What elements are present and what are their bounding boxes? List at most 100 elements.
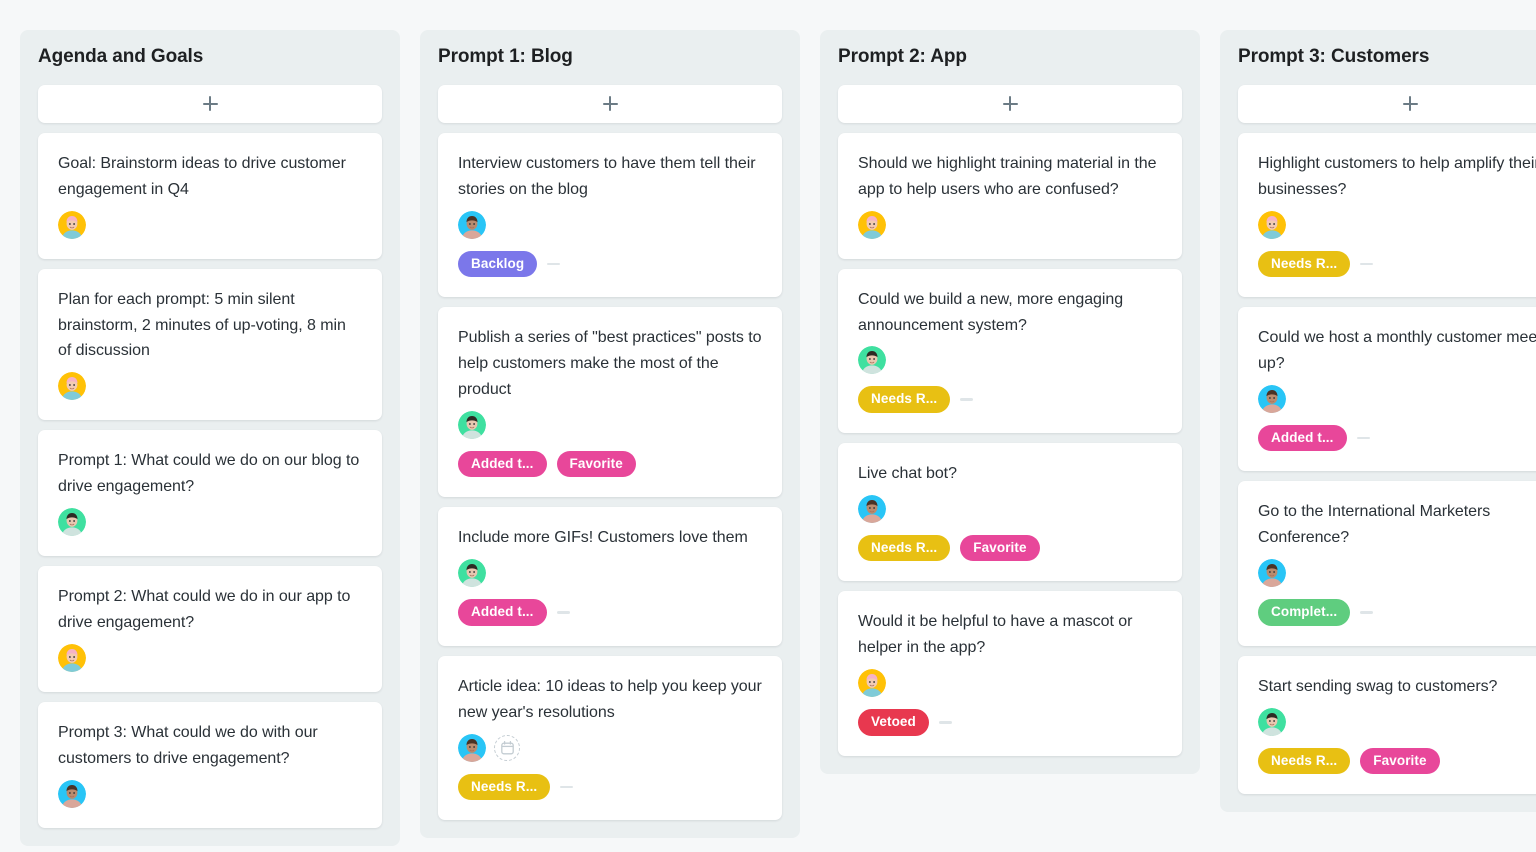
avatar[interactable]: [458, 559, 486, 588]
tag-placeholder-dash[interactable]: [938, 721, 952, 724]
card-text: Would it be helpful to have a mascot or …: [858, 613, 1133, 657]
board-card[interactable]: Could we host a monthly customer meet up…: [1238, 307, 1536, 472]
avatar[interactable]: [858, 210, 886, 239]
column-title: Prompt 3: Customers: [1238, 46, 1430, 67]
card-text: Go to the International Marketers Confer…: [1258, 503, 1491, 547]
plus-icon: [602, 96, 618, 112]
card-tag-row: Needs R...: [858, 386, 1162, 413]
card-text: Prompt 1: What could we do on our blog t…: [58, 452, 360, 496]
add-card-button[interactable]: [1238, 84, 1536, 123]
avatar[interactable]: [858, 669, 886, 698]
avatar[interactable]: [58, 372, 86, 401]
card-meta: [858, 346, 1162, 375]
avatar[interactable]: [58, 508, 86, 537]
board-card[interactable]: Include more GIFs! Customers love them Ad…: [438, 507, 782, 646]
board-card[interactable]: Would it be helpful to have a mascot or …: [838, 591, 1182, 756]
board-card[interactable]: Highlight customers to help amplify thei…: [1238, 132, 1536, 298]
card-tag-row: Complet...: [1258, 599, 1536, 626]
card-tag[interactable]: Needs R...: [458, 773, 551, 801]
card-meta: [458, 559, 762, 588]
tag-placeholder-dash[interactable]: [1360, 262, 1374, 266]
card-tag-row: Backlog: [458, 250, 762, 278]
card-tag[interactable]: Added t...: [458, 450, 547, 478]
card-tag-row: Added t...: [1258, 424, 1536, 452]
board-column: Prompt 1: Blog Interview customers to hav…: [420, 30, 800, 839]
column-title: Agenda and Goals: [38, 46, 204, 67]
card-tag[interactable]: Complet...: [1258, 599, 1351, 626]
avatar[interactable]: [1258, 707, 1286, 736]
card-text: Include more GIFs! Customers love them: [458, 529, 748, 547]
card-text: Could we build a new, more engaging anno…: [858, 290, 1124, 334]
avatar[interactable]: [1258, 559, 1286, 588]
board-card[interactable]: Publish a series of "best practices" pos…: [438, 307, 782, 498]
tag-placeholder-dash[interactable]: [560, 785, 574, 789]
board-column: Prompt 2: App Should we highlight trainin…: [820, 30, 1200, 774]
board-card[interactable]: Go to the International Marketers Confer…: [1238, 481, 1536, 646]
plus-icon: [202, 96, 218, 112]
add-card-button[interactable]: [438, 84, 782, 123]
card-text: Could we host a monthly customer meet up…: [1258, 329, 1536, 373]
board-card[interactable]: Should we highlight training material in…: [838, 132, 1182, 259]
avatar[interactable]: [58, 210, 86, 239]
card-tag[interactable]: Added t...: [1258, 424, 1347, 452]
card-text: Start sending swag to customers?: [1258, 677, 1498, 695]
kanban-board: Agenda and Goals Goal: Brainstorm ideas t…: [0, 0, 1536, 852]
board-card[interactable]: Interview customers to have them tell th…: [438, 132, 782, 298]
board-card[interactable]: Start sending swag to customers? Needs R.…: [1238, 655, 1536, 795]
board-card[interactable]: Prompt 3: What could we do with our cust…: [38, 701, 382, 828]
card-meta: [58, 643, 362, 672]
card-meta: [1258, 707, 1536, 736]
avatar[interactable]: [58, 643, 86, 672]
board-card[interactable]: Prompt 1: What could we do on our blog t…: [38, 430, 382, 557]
card-tag-row: Needs R... Favorite: [1258, 747, 1536, 775]
card-meta: [1258, 384, 1536, 413]
tag-placeholder-dash[interactable]: [960, 398, 974, 401]
card-tag[interactable]: Added t...: [458, 599, 547, 626]
card-tag[interactable]: Favorite: [556, 450, 636, 478]
board-card[interactable]: Prompt 2: What could we do in our app to…: [38, 566, 382, 692]
card-tag[interactable]: Needs R...: [858, 386, 951, 413]
card-text: Prompt 3: What could we do with our cust…: [58, 723, 318, 767]
card-meta: [58, 508, 362, 537]
calendar-icon[interactable]: [494, 734, 520, 761]
card-text: Highlight customers to help amplify thei…: [1258, 154, 1536, 198]
card-text: Live chat bot?: [858, 464, 957, 482]
board-card[interactable]: Goal: Brainstorm ideas to drive customer…: [38, 132, 382, 259]
card-tag-row: Added t...: [458, 599, 762, 626]
card-tag[interactable]: Favorite: [960, 534, 1040, 562]
avatar[interactable]: [1258, 210, 1286, 239]
board-column: Agenda and Goals Goal: Brainstorm ideas t…: [20, 30, 400, 846]
board-card[interactable]: Live chat bot? Needs R... Favorite: [838, 442, 1182, 582]
plus-icon: [1002, 96, 1018, 112]
tag-placeholder-dash[interactable]: [1356, 436, 1370, 440]
tag-placeholder-dash[interactable]: [1360, 611, 1374, 614]
card-meta: [858, 210, 1162, 239]
add-card-button[interactable]: [838, 84, 1182, 123]
avatar[interactable]: [458, 733, 486, 762]
avatar[interactable]: [858, 346, 886, 375]
avatar[interactable]: [858, 494, 886, 523]
avatar[interactable]: [58, 779, 86, 808]
card-tag-row: Needs R...: [1258, 250, 1536, 278]
board-card[interactable]: Could we build a new, more engaging anno…: [838, 268, 1182, 433]
card-tag[interactable]: Needs R...: [858, 534, 951, 562]
board-card[interactable]: Plan for each prompt: 5 min silent brain…: [38, 268, 382, 421]
card-meta: [58, 372, 362, 401]
card-tag-row: Needs R... Favorite: [858, 534, 1162, 562]
tag-placeholder-dash[interactable]: [556, 611, 570, 614]
card-tag[interactable]: Vetoed: [858, 709, 929, 736]
card-meta: [458, 733, 762, 762]
card-text: Interview customers to have them tell th…: [458, 154, 756, 198]
tag-placeholder-dash[interactable]: [547, 262, 561, 266]
avatar[interactable]: [1258, 384, 1286, 413]
card-tag[interactable]: Favorite: [1360, 747, 1440, 775]
card-meta: [858, 669, 1162, 698]
card-tag[interactable]: Needs R...: [1258, 250, 1351, 278]
card-tag[interactable]: Backlog: [458, 250, 538, 278]
add-card-button[interactable]: [38, 84, 382, 123]
card-text: Should we highlight training material in…: [858, 154, 1157, 198]
avatar[interactable]: [458, 210, 486, 239]
board-card[interactable]: Article idea: 10 ideas to help you keep …: [438, 655, 782, 821]
avatar[interactable]: [458, 410, 486, 439]
card-tag[interactable]: Needs R...: [1258, 747, 1351, 775]
